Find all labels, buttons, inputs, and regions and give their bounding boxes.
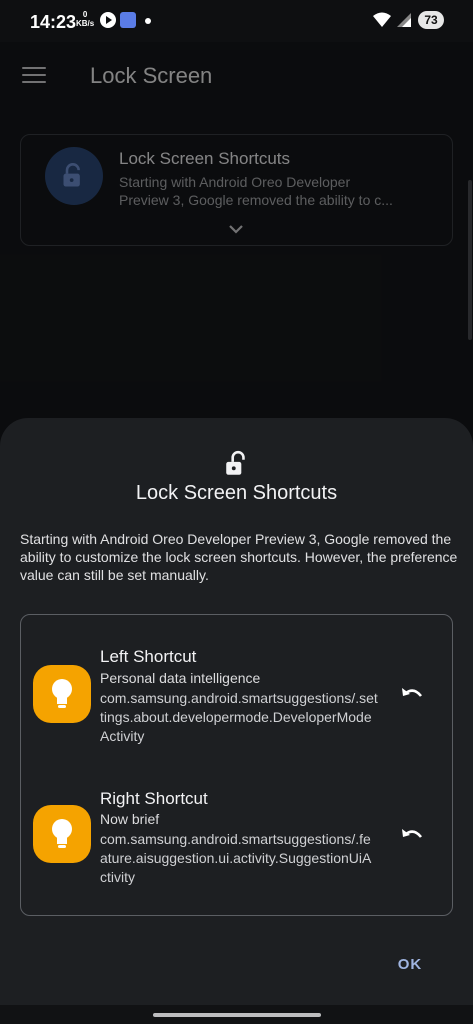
shortcut-activity: com.samsung.android.smartsuggestions/.fe… [100, 831, 372, 885]
app-icon [33, 665, 91, 723]
more-notifications-icon [145, 18, 151, 24]
lightbulb-icon [52, 679, 72, 708]
ok-button[interactable]: OK [388, 956, 432, 980]
network-speed-value: 0 [82, 10, 88, 19]
network-speed: 0 KB/s [76, 10, 94, 28]
play-notification-icon [100, 12, 116, 28]
document-notification-icon [120, 12, 136, 28]
battery-indicator: 73 [418, 11, 444, 29]
shortcuts-bottom-sheet: Lock Screen Shortcuts Starting with Andr… [0, 418, 473, 1024]
gesture-handle[interactable] [153, 1013, 321, 1017]
right-shortcut-row[interactable]: Right Shortcut Now brief com.samsung.and… [21, 783, 452, 903]
left-shortcut-row[interactable]: Left Shortcut Personal data intelligence… [21, 643, 452, 763]
status-time: 14:23 [30, 12, 77, 32]
lightbulb-icon [52, 819, 72, 848]
dialog-title: Lock Screen Shortcuts [135, 482, 338, 504]
status-bar: 14:23 0 KB/s 73 [0, 0, 473, 42]
undo-icon[interactable] [398, 822, 426, 850]
signal-icon [397, 13, 411, 27]
navigation-bar [0, 1005, 473, 1024]
shortcuts-list: Left Shortcut Personal data intelligence… [20, 614, 453, 916]
lock-open-icon [226, 450, 245, 475]
shortcut-app-name: Personal data intelligence [100, 670, 261, 686]
dialog-description: Starting with Android Oreo Developer Pre… [20, 531, 458, 583]
network-speed-unit: KB/s [76, 19, 95, 28]
app-icon [33, 805, 91, 863]
undo-icon[interactable] [398, 681, 426, 709]
shortcut-activity: com.samsung.android.smartsuggestions/.se… [100, 690, 378, 744]
wifi-icon [373, 12, 391, 27]
shortcut-title: Right Shortcut [100, 789, 208, 808]
shortcut-app-name: Now brief [100, 811, 160, 827]
shortcut-title: Left Shortcut [100, 647, 197, 666]
